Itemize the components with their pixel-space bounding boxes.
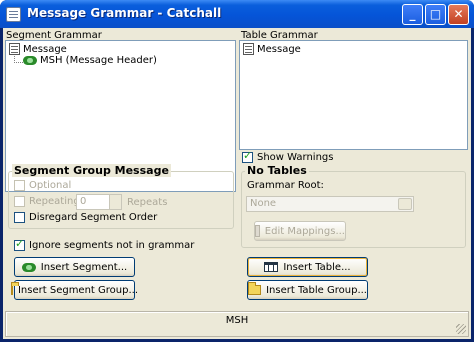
ignore-segments-label: Ignore segments not in grammar — [29, 240, 195, 251]
window: Message Grammar - Catchall _ □ ✕ Segment… — [0, 0, 474, 342]
insert-segment-group-button[interactable]: Insert Segment Group... — [10, 280, 139, 300]
ignore-segments-checkbox[interactable]: ✓ Ignore segments not in grammar — [14, 237, 195, 251]
insert-table-group-button[interactable]: Insert Table Group... — [247, 280, 368, 300]
group-title: Segment Group Message — [12, 164, 171, 177]
tree-item-msh[interactable]: MSH (Message Header) — [23, 55, 157, 66]
document-icon — [9, 43, 20, 55]
tree-item-message[interactable]: Message — [9, 43, 67, 55]
dropdown-icon[interactable] — [398, 198, 412, 210]
repeating-label: Repeating — [29, 196, 80, 207]
insert-segment-button[interactable]: Insert Segment... — [14, 257, 135, 277]
table-icon — [264, 262, 279, 272]
edit-mappings-button[interactable]: Edit Mappings... — [254, 221, 346, 241]
show-warnings-label: Show Warnings — [257, 152, 334, 163]
table-grammar-tree[interactable]: Message — [239, 40, 468, 150]
checkbox[interactable]: ✓ — [242, 149, 253, 163]
show-warnings-checkbox[interactable]: ✓ Show Warnings — [242, 149, 334, 163]
grammar-root-label: Grammar Root: — [247, 180, 324, 191]
grammar-root-select[interactable]: None — [246, 196, 414, 212]
window-title: Message Grammar - Catchall — [27, 6, 222, 20]
insert-table-group-label: Insert Table Group... — [266, 284, 367, 296]
resize-grip-icon[interactable] — [456, 324, 466, 334]
tree-item-label: Message — [23, 43, 67, 55]
disregard-order-checkbox[interactable]: Disregard Segment Order — [14, 212, 157, 223]
segment-icon — [21, 262, 36, 272]
folder-icon — [10, 282, 19, 295]
dialog-client-area: Segment Grammar Message MSH (Message Hea… — [3, 28, 471, 339]
segment-icon — [23, 56, 37, 65]
checkbox[interactable] — [14, 196, 25, 207]
repeats-value: 0 — [80, 196, 87, 207]
insert-segment-group-label: Insert Segment Group... — [17, 284, 139, 296]
tree-item-label: MSH (Message Header) — [40, 55, 157, 66]
grammar-root-value: None — [250, 198, 277, 209]
folder-icon — [248, 282, 262, 295]
status-text: MSH — [225, 315, 249, 326]
minimize-button[interactable]: _ — [402, 4, 423, 25]
insert-segment-label: Insert Segment... — [40, 261, 128, 273]
document-icon — [243, 43, 254, 55]
tree-item-message[interactable]: Message — [243, 43, 301, 55]
tree-connector — [14, 56, 23, 63]
edit-mappings-label: Edit Mappings... — [264, 225, 345, 237]
repeats-label: Repeats — [127, 197, 168, 208]
app-document-icon[interactable] — [6, 7, 21, 22]
insert-table-label: Insert Table... — [283, 261, 351, 273]
checkbox[interactable] — [14, 212, 25, 223]
maximize-button[interactable]: □ — [425, 4, 446, 25]
repeats-spinner[interactable]: 0 — [76, 194, 122, 210]
disregard-label: Disregard Segment Order — [29, 212, 158, 223]
close-button[interactable]: ✕ — [448, 4, 469, 25]
checkbox[interactable] — [14, 180, 25, 191]
insert-table-button[interactable]: Insert Table... — [247, 257, 368, 277]
edit-icon — [255, 225, 260, 237]
group-title: No Tables — [245, 164, 309, 177]
status-bar: MSH — [5, 311, 469, 337]
title-bar[interactable]: Message Grammar - Catchall _ □ ✕ — [0, 0, 474, 28]
checkbox[interactable]: ✓ — [14, 237, 25, 251]
tree-item-label: Message — [257, 43, 301, 55]
optional-label: Optional — [29, 180, 72, 191]
spin-arrows-icon[interactable] — [109, 195, 121, 209]
repeating-checkbox[interactable]: Repeating — [14, 196, 80, 207]
optional-checkbox[interactable]: Optional — [14, 180, 71, 191]
